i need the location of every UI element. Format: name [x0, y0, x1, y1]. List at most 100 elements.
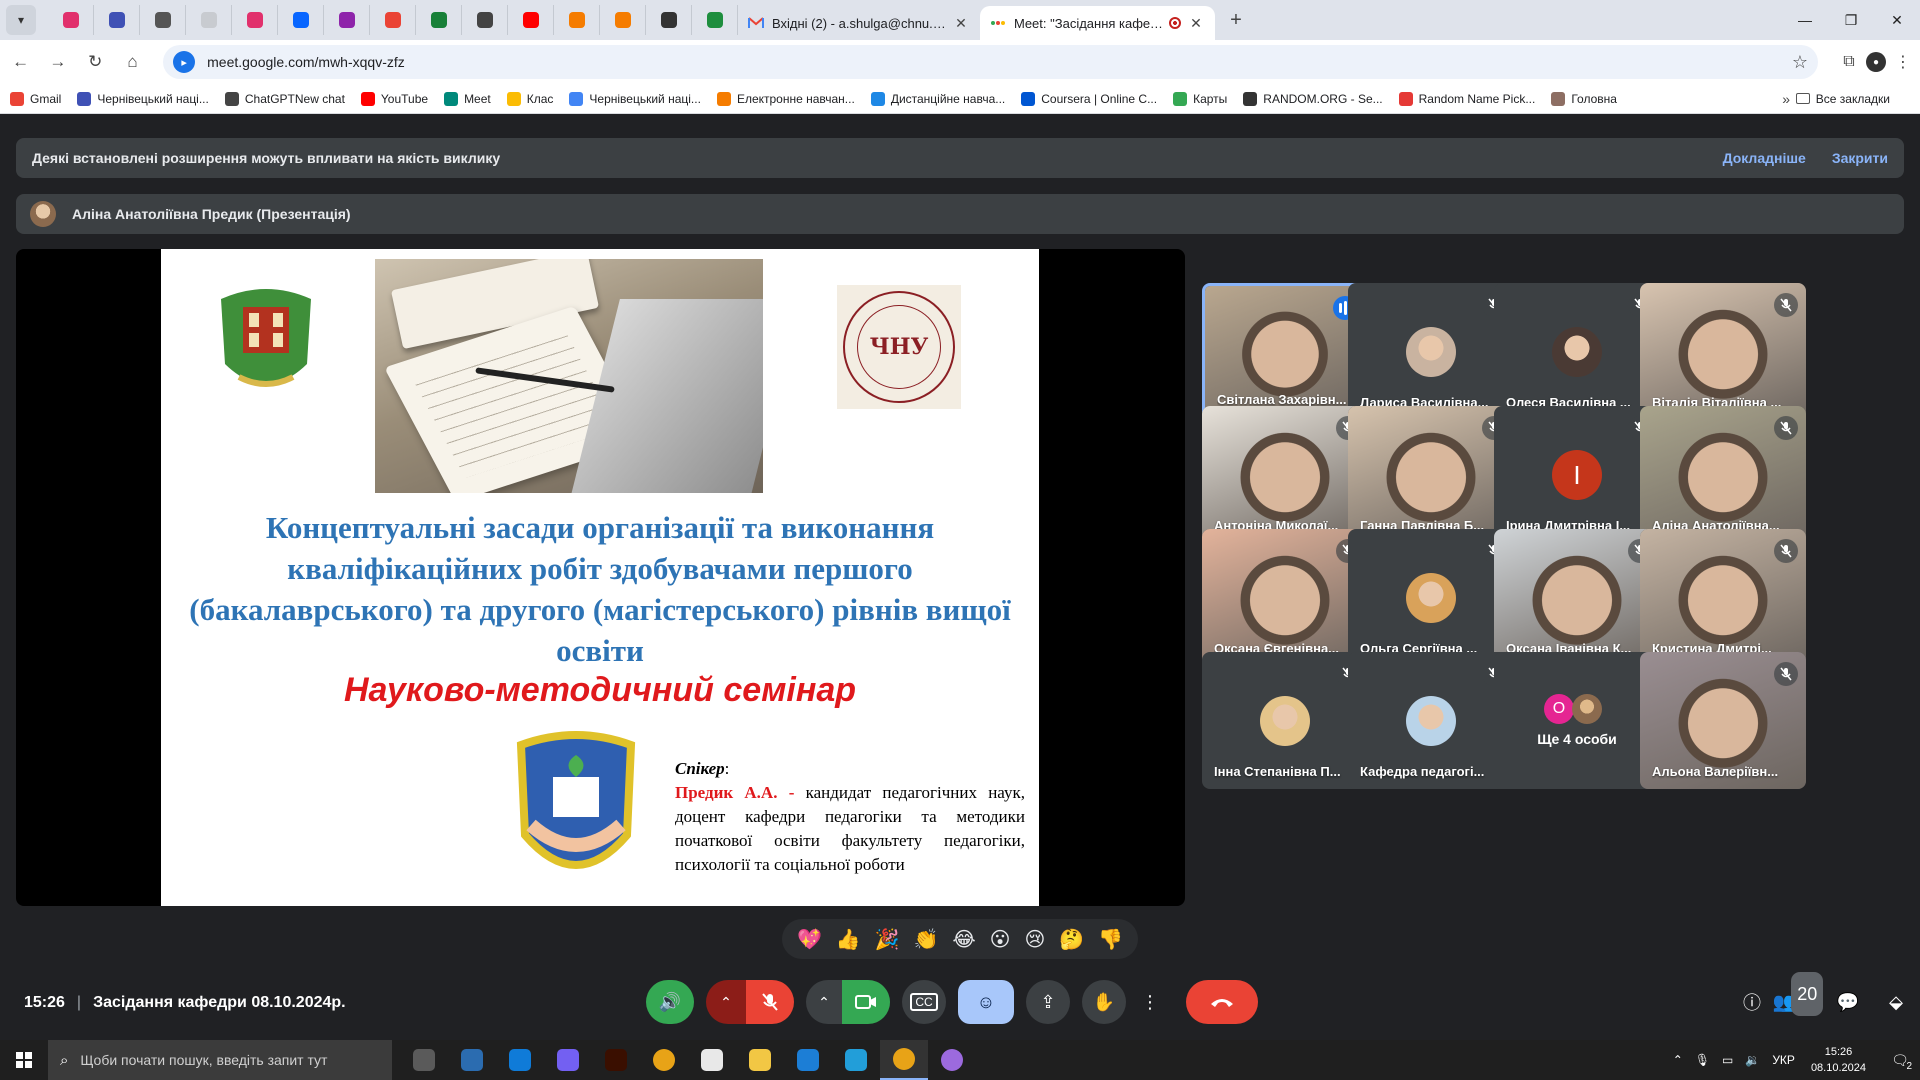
- taskbar-app[interactable]: [880, 1040, 928, 1080]
- reaction-emoji[interactable]: 😂: [952, 927, 975, 952]
- people-button[interactable]: 👥 20: [1773, 972, 1824, 1024]
- participant-tile[interactable]: Оксана Євгенівна...: [1202, 529, 1368, 666]
- bookmark-item[interactable]: ChatGPTNew chat: [224, 91, 345, 106]
- reaction-emoji[interactable]: 😮: [990, 927, 1011, 952]
- pinned-tab[interactable]: [600, 5, 646, 35]
- close-icon[interactable]: ✕: [952, 15, 970, 32]
- captions-button[interactable]: CC: [902, 980, 946, 1024]
- pinned-tab[interactable]: [692, 5, 738, 35]
- activities-button[interactable]: ⬙: [1872, 980, 1920, 1024]
- participant-tile[interactable]: Інна Степанівна П...: [1202, 652, 1368, 789]
- participant-tile[interactable]: Альона Валеріївн...: [1640, 652, 1806, 789]
- forward-arrow-icon[interactable]: →: [41, 45, 74, 79]
- url-text[interactable]: meet.google.com/mwh-xqqv-zfz: [207, 54, 1792, 70]
- microphone-button[interactable]: [746, 980, 794, 1024]
- address-bar[interactable]: ▸ meet.google.com/mwh-xqqv-zfz ☆: [163, 45, 1818, 79]
- reaction-emoji[interactable]: 😢: [1024, 927, 1045, 952]
- close-icon[interactable]: ✕: [1187, 15, 1205, 32]
- menu-kebab-icon[interactable]: ⋮: [1886, 45, 1920, 79]
- participant-tile[interactable]: О Ще 4 особи: [1494, 652, 1660, 789]
- microphone-icon[interactable]: 🎙: [1695, 1053, 1710, 1067]
- taskbar-search[interactable]: ⌕ Щоби почати пошук, введіть запит тут: [48, 1040, 392, 1080]
- home-icon[interactable]: ⌂: [116, 45, 149, 79]
- reaction-emoji[interactable]: 💖: [797, 927, 822, 952]
- taskbar-app[interactable]: [496, 1040, 544, 1080]
- tab-meet[interactable]: Meet: "Засідання кафедри 08.10.2024р." ✕: [980, 6, 1215, 40]
- close-banner-button[interactable]: Закрити: [1832, 150, 1888, 166]
- close-window-icon[interactable]: ✕: [1874, 0, 1920, 40]
- taskbar-app[interactable]: [784, 1040, 832, 1080]
- pinned-tab[interactable]: [94, 5, 140, 35]
- taskbar-app[interactable]: [400, 1040, 448, 1080]
- participant-tile[interactable]: Кафедра педагогі...: [1348, 652, 1514, 789]
- pinned-tab[interactable]: [48, 5, 94, 35]
- participant-tile[interactable]: Світлана Захарівн...: [1202, 283, 1368, 420]
- participant-tile[interactable]: Віталія Віталіївна ...: [1640, 283, 1806, 420]
- taskbar-app[interactable]: [736, 1040, 784, 1080]
- bookmark-item[interactable]: Meet: [444, 91, 491, 106]
- bookmark-item[interactable]: Чернівецький наці...: [77, 91, 209, 106]
- chat-button[interactable]: 💬: [1824, 980, 1872, 1024]
- more-options-button[interactable]: ⋮: [1138, 980, 1162, 1024]
- chevron-up-icon[interactable]: ⌃: [1673, 1053, 1683, 1067]
- pinned-tab[interactable]: [232, 5, 278, 35]
- pinned-tab[interactable]: [186, 5, 232, 35]
- language-indicator[interactable]: УКР: [1772, 1053, 1795, 1067]
- participant-tile[interactable]: Оксана Іванівна К...: [1494, 529, 1660, 666]
- reaction-emoji[interactable]: 🤔: [1059, 927, 1084, 952]
- emoji-reactions-button[interactable]: ☺: [958, 980, 1014, 1024]
- pinned-tab[interactable]: [324, 5, 370, 35]
- bookmark-item[interactable]: Карты: [1173, 91, 1227, 106]
- taskbar-app[interactable]: [592, 1040, 640, 1080]
- participant-tile[interactable]: І Ірина Дмитрівна І...: [1494, 406, 1660, 543]
- bookmark-item[interactable]: Coursera | Online C...: [1021, 91, 1157, 106]
- notifications-button[interactable]: 🗨 2: [1880, 1040, 1920, 1080]
- participant-tile[interactable]: Аліна Анатоліївна...: [1640, 406, 1806, 543]
- bookmark-item[interactable]: Random Name Pick...: [1398, 91, 1535, 106]
- participant-tile[interactable]: Лариса Василівна...: [1348, 283, 1514, 420]
- new-tab-button[interactable]: +: [1221, 9, 1251, 32]
- pinned-tab[interactable]: [278, 5, 324, 35]
- restore-icon[interactable]: ❐: [1828, 0, 1874, 40]
- audio-options-button[interactable]: ⌃: [706, 980, 746, 1024]
- taskbar-app[interactable]: [544, 1040, 592, 1080]
- video-options-button[interactable]: ⌃: [806, 980, 842, 1024]
- profile-avatar[interactable]: ●: [1865, 52, 1886, 72]
- reload-icon[interactable]: ↻: [79, 45, 112, 79]
- pinned-tab[interactable]: [416, 5, 462, 35]
- presentation-stage[interactable]: ЧНУ Концептуальні засади організації та …: [16, 249, 1185, 906]
- volume-icon[interactable]: 🔉: [1745, 1053, 1760, 1067]
- reaction-emoji[interactable]: 👎: [1098, 927, 1123, 952]
- pinned-tab[interactable]: [370, 5, 416, 35]
- camera-button[interactable]: [842, 980, 890, 1024]
- reaction-emoji[interactable]: 👏: [914, 927, 939, 952]
- participant-tile[interactable]: Антоніна Миколаї...: [1202, 406, 1368, 543]
- taskbar-app[interactable]: [832, 1040, 880, 1080]
- minimize-icon[interactable]: —: [1782, 0, 1828, 40]
- taskbar-app[interactable]: [688, 1040, 736, 1080]
- taskbar-clock[interactable]: 15:26 08.10.2024: [1811, 1044, 1866, 1076]
- tab-search-button[interactable]: ▾: [6, 5, 36, 35]
- pinned-tab[interactable]: [646, 5, 692, 35]
- bookmark-item[interactable]: Електронне навчан...: [716, 91, 855, 106]
- bookmark-item[interactable]: RANDOM.ORG - Se...: [1243, 91, 1383, 106]
- taskbar-app[interactable]: [448, 1040, 496, 1080]
- reaction-emoji[interactable]: 🎉: [875, 927, 900, 952]
- tab-gmail[interactable]: Вхідні (2) - a.shulga@chnu.edu.ua ✕: [738, 6, 980, 40]
- bookmark-item[interactable]: Gmail: [10, 91, 61, 106]
- learn-more-link[interactable]: Докладніше: [1723, 150, 1806, 166]
- pinned-tab[interactable]: [508, 5, 554, 35]
- network-icon[interactable]: ▭: [1722, 1053, 1733, 1067]
- back-arrow-icon[interactable]: ←: [4, 45, 37, 79]
- speaker-audio-button[interactable]: 🔊: [646, 980, 694, 1024]
- participant-tile[interactable]: Ганна Павлівна Б...: [1348, 406, 1514, 543]
- participant-tile[interactable]: Олеся Василівна ...: [1494, 283, 1660, 420]
- participant-tile[interactable]: Ольга Сергіївна ...: [1348, 529, 1514, 666]
- start-button[interactable]: [0, 1040, 48, 1080]
- bookmark-item[interactable]: Чернівецький наці...: [569, 91, 701, 106]
- raise-hand-button[interactable]: ✋: [1082, 980, 1126, 1024]
- all-bookmarks-button[interactable]: Все закладки: [1795, 92, 1890, 106]
- pinned-tab[interactable]: [140, 5, 186, 35]
- pinned-tab[interactable]: [554, 5, 600, 35]
- bookmark-item[interactable]: Клас: [506, 91, 553, 106]
